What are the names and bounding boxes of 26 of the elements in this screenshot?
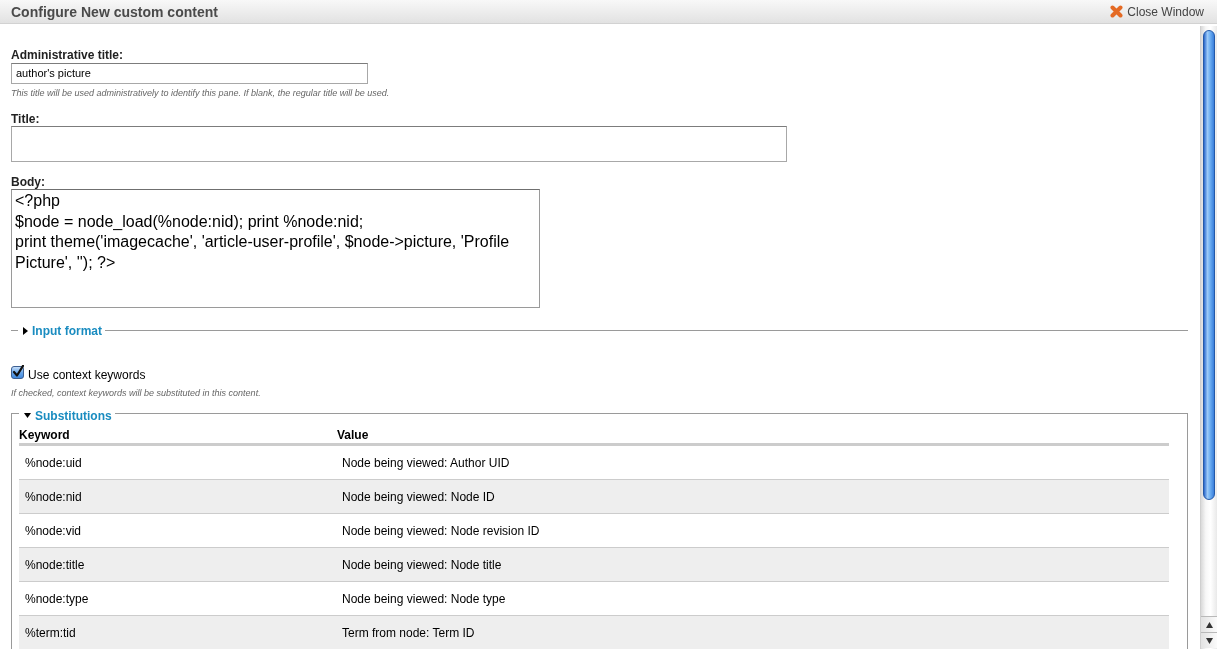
scroll-down-button[interactable] — [1201, 632, 1217, 648]
field-description: This title will be used administratively to identify this pane. If blank, the regular title will be used. — [11, 88, 391, 99]
scrollbar-thumb[interactable] — [1203, 30, 1215, 500]
text-field[interactable]: author's picture — [11, 63, 368, 84]
field-description: If checked, context keywords will be substituted in this content. — [11, 388, 262, 399]
table-cell: Node being viewed: Node title — [337, 547, 1169, 582]
window-title: Configure New custom content — [11, 3, 218, 20]
checkbox-label: Use context keywords — [28, 367, 146, 383]
field-label: Body: — [11, 175, 46, 189]
section-toggle-link[interactable]: Input format — [23, 324, 102, 338]
arrow-down-icon — [1205, 637, 1213, 644]
close-icon — [1110, 5, 1124, 18]
table-cell: Node being viewed: Node ID — [337, 479, 1169, 514]
text-field[interactable] — [11, 126, 787, 162]
section-toggle-link[interactable]: Substitutions — [24, 408, 112, 423]
table-cell: %node:nid — [19, 479, 337, 514]
scroll-up-button[interactable] — [1201, 616, 1217, 632]
field-label: Administrative title: — [11, 48, 125, 62]
table-cell: %term:tid — [19, 615, 337, 649]
field-label: Title: — [11, 112, 41, 126]
close-window-link[interactable]: Close Window — [1110, 4, 1204, 19]
code-field[interactable]: <?php $node = node_load(%node:nid); print %node:nid; print theme('imagecache', 'article-user-profile', $node->picture, 'Profile Picture', ''); ?> — [11, 189, 540, 308]
table-cell: Term from node: Term ID — [337, 615, 1169, 649]
checkbox[interactable] — [11, 365, 24, 379]
table-cell: %node:title — [19, 547, 337, 582]
arrow-up-icon — [1205, 621, 1213, 628]
